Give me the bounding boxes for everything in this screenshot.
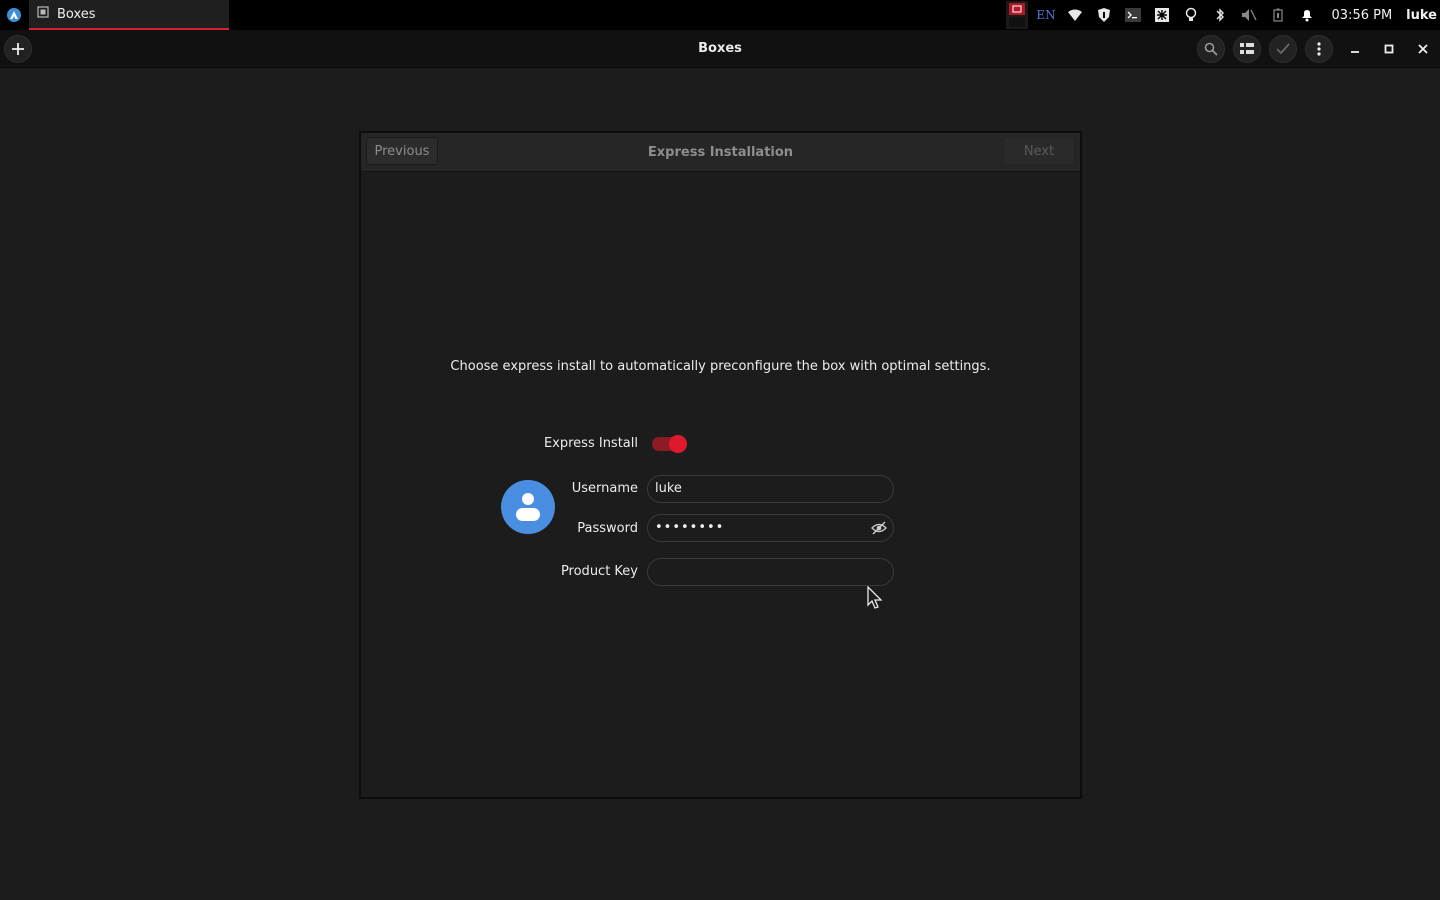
mouse-cursor-icon (867, 585, 885, 614)
checkmark-icon (1276, 43, 1290, 55)
launcher-icon[interactable] (7, 8, 21, 22)
user-menu[interactable]: luke (1406, 8, 1437, 23)
selection-mode-button[interactable] (1269, 35, 1297, 63)
close-button[interactable] (1412, 38, 1434, 60)
express-install-label: Express Install (543, 436, 638, 451)
maximize-icon (1384, 44, 1394, 54)
express-installation-dialog: Previous Express Installation Next Choos… (359, 131, 1082, 799)
express-install-toggle[interactable] (652, 435, 687, 453)
bluetooth-icon[interactable] (1206, 0, 1235, 30)
search-icon (1204, 42, 1218, 56)
express-install-description: Choose express install to automatically … (450, 359, 991, 374)
toggle-knob (669, 435, 687, 453)
search-button[interactable] (1197, 35, 1225, 63)
next-button[interactable]: Next (1003, 137, 1075, 165)
security-shield-icon[interactable] (1090, 0, 1119, 30)
terminal-icon[interactable] (1119, 0, 1148, 30)
show-password-icon[interactable] (871, 520, 887, 536)
dialog-title: Express Installation (647, 145, 794, 160)
notifications-icon[interactable] (1293, 0, 1322, 30)
password-label: Password (577, 521, 638, 536)
volume-muted-icon[interactable] (1235, 0, 1264, 30)
dialog-header: Previous Express Installation Next (361, 133, 1080, 172)
maximize-button[interactable] (1378, 38, 1400, 60)
keyboard-layout-indicator[interactable]: EN (1032, 0, 1061, 30)
wifi-icon[interactable] (1061, 0, 1090, 30)
list-view-icon (1240, 43, 1254, 54)
username-label: Username (571, 481, 638, 496)
username-field[interactable]: luke (647, 475, 894, 503)
battery-icon[interactable] (1264, 0, 1293, 30)
minimize-button[interactable] (1344, 38, 1366, 60)
close-icon (1418, 44, 1428, 54)
minimize-icon (1351, 51, 1359, 53)
user-icon (516, 493, 540, 521)
app-manager-icon[interactable] (1148, 0, 1177, 30)
app-headerbar: Boxes (0, 30, 1440, 68)
product-key-label: Product Key (560, 564, 638, 579)
user-avatar[interactable] (501, 480, 555, 534)
more-vertical-icon (1317, 42, 1321, 56)
product-key-field[interactable] (647, 558, 894, 586)
system-panel: Boxes EN 03:56 PM luke (0, 0, 1440, 30)
view-toggle-button[interactable] (1233, 35, 1261, 63)
password-value: •••••••• (655, 520, 725, 535)
clock[interactable]: 03:56 PM (1332, 8, 1393, 23)
lightbulb-icon[interactable] (1177, 0, 1206, 30)
app-menu-button[interactable] (1305, 35, 1333, 63)
system-tray: EN 03:56 PM luke (1003, 0, 1440, 30)
boxes-app-icon (37, 6, 49, 22)
taskbar-item-label: Boxes (57, 6, 96, 22)
window-indicator-icon[interactable] (1003, 0, 1032, 30)
password-field[interactable]: •••••••• (647, 514, 894, 542)
taskbar-item-boxes[interactable]: Boxes (29, 0, 229, 30)
